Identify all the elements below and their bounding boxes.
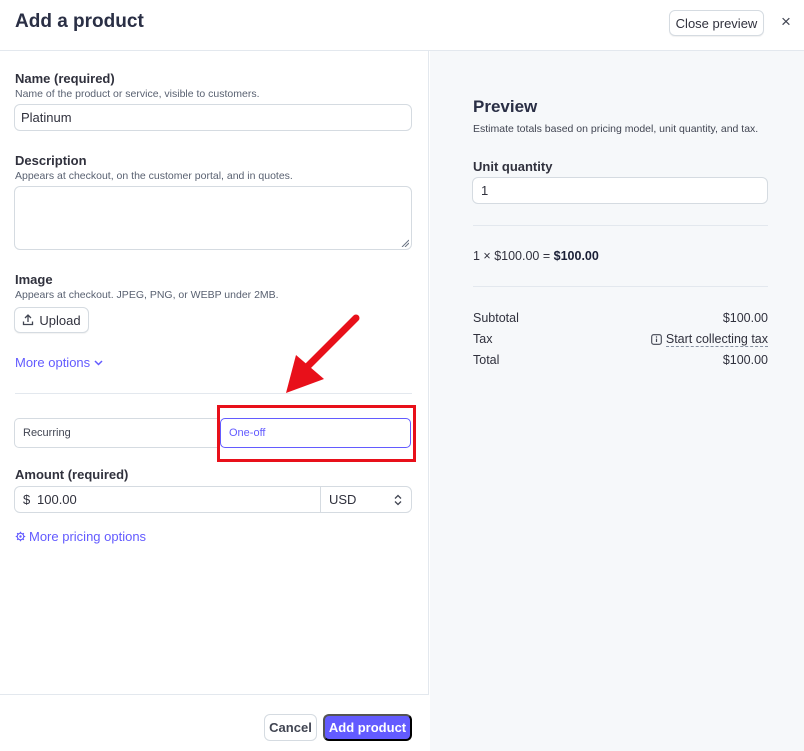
preview-panel: Preview Estimate totals based on pricing… bbox=[430, 51, 804, 751]
description-label: Description bbox=[15, 153, 87, 168]
close-preview-button[interactable]: Close preview bbox=[669, 10, 764, 36]
total-label: Total bbox=[473, 353, 500, 367]
amount-input[interactable]: 100.00 bbox=[37, 492, 320, 507]
currency-symbol: $ bbox=[23, 492, 31, 507]
more-options-link[interactable]: More options bbox=[15, 355, 104, 370]
calc-result: $100.00 bbox=[553, 249, 599, 263]
chevron-down-icon bbox=[94, 360, 103, 366]
subtotal-row: Subtotal $100.00 bbox=[473, 311, 768, 325]
amount-field[interactable]: $ 100.00 USD bbox=[14, 486, 412, 513]
annotation-highlight-box bbox=[217, 405, 416, 462]
image-hint: Appears at checkout. JPEG, PNG, or WEBP … bbox=[15, 289, 279, 301]
more-options-label: More options bbox=[15, 355, 91, 370]
preview-divider bbox=[473, 286, 768, 287]
start-collecting-tax-label: Start collecting tax bbox=[665, 332, 768, 347]
name-label: Name (required) bbox=[15, 71, 115, 86]
currency-value: USD bbox=[329, 492, 357, 507]
subtotal-value: $100.00 bbox=[722, 311, 768, 325]
more-pricing-options-link[interactable]: More pricing options bbox=[15, 529, 146, 544]
modal-header: Add a product Close preview × bbox=[0, 0, 804, 51]
upload-label: Upload bbox=[39, 312, 81, 328]
start-collecting-tax-link[interactable]: Start collecting tax bbox=[651, 332, 768, 347]
close-icon[interactable]: × bbox=[776, 10, 796, 34]
info-icon bbox=[651, 334, 662, 345]
gear-icon bbox=[15, 531, 26, 542]
tax-label: Tax bbox=[473, 332, 493, 346]
product-form-panel: Name (required) Name of the product or s… bbox=[0, 51, 429, 751]
page-title: Add a product bbox=[15, 11, 144, 32]
total-value: $100.00 bbox=[722, 353, 768, 367]
description-textarea[interactable] bbox=[14, 186, 412, 250]
more-pricing-label: More pricing options bbox=[29, 529, 147, 544]
upload-button[interactable]: Upload bbox=[14, 307, 89, 333]
name-input[interactable]: Platinum bbox=[14, 104, 412, 131]
preview-subtitle: Estimate totals based on pricing model, … bbox=[473, 123, 759, 135]
preview-divider bbox=[473, 225, 768, 226]
currency-select[interactable]: USD bbox=[320, 487, 411, 512]
select-arrows-icon bbox=[394, 494, 402, 505]
total-row: Total $100.00 bbox=[473, 353, 768, 367]
annotation-arrow-icon bbox=[286, 314, 360, 393]
description-hint: Appears at checkout, on the customer por… bbox=[15, 170, 293, 182]
pricing-type-recurring[interactable]: Recurring bbox=[14, 418, 220, 448]
subtotal-label: Subtotal bbox=[473, 311, 519, 325]
preview-title: Preview bbox=[473, 97, 538, 116]
unit-quantity-label: Unit quantity bbox=[473, 159, 553, 174]
unit-quantity-input[interactable]: 1 bbox=[472, 177, 768, 204]
form-footer: Cancel Add product bbox=[0, 694, 429, 751]
add-product-button[interactable]: Add product bbox=[323, 714, 412, 741]
amount-label: Amount (required) bbox=[15, 467, 129, 482]
image-label: Image bbox=[15, 272, 53, 287]
name-hint: Name of the product or service, visible … bbox=[15, 88, 260, 100]
price-calculation: 1 × $100.00 = $100.00 bbox=[473, 249, 599, 263]
calc-expression: 1 × $100.00 = bbox=[473, 249, 554, 263]
resize-grip-icon[interactable] bbox=[401, 239, 409, 247]
upload-icon bbox=[23, 314, 34, 326]
cancel-button[interactable]: Cancel bbox=[264, 714, 317, 741]
tax-row: Tax Start collecting tax bbox=[473, 332, 768, 347]
